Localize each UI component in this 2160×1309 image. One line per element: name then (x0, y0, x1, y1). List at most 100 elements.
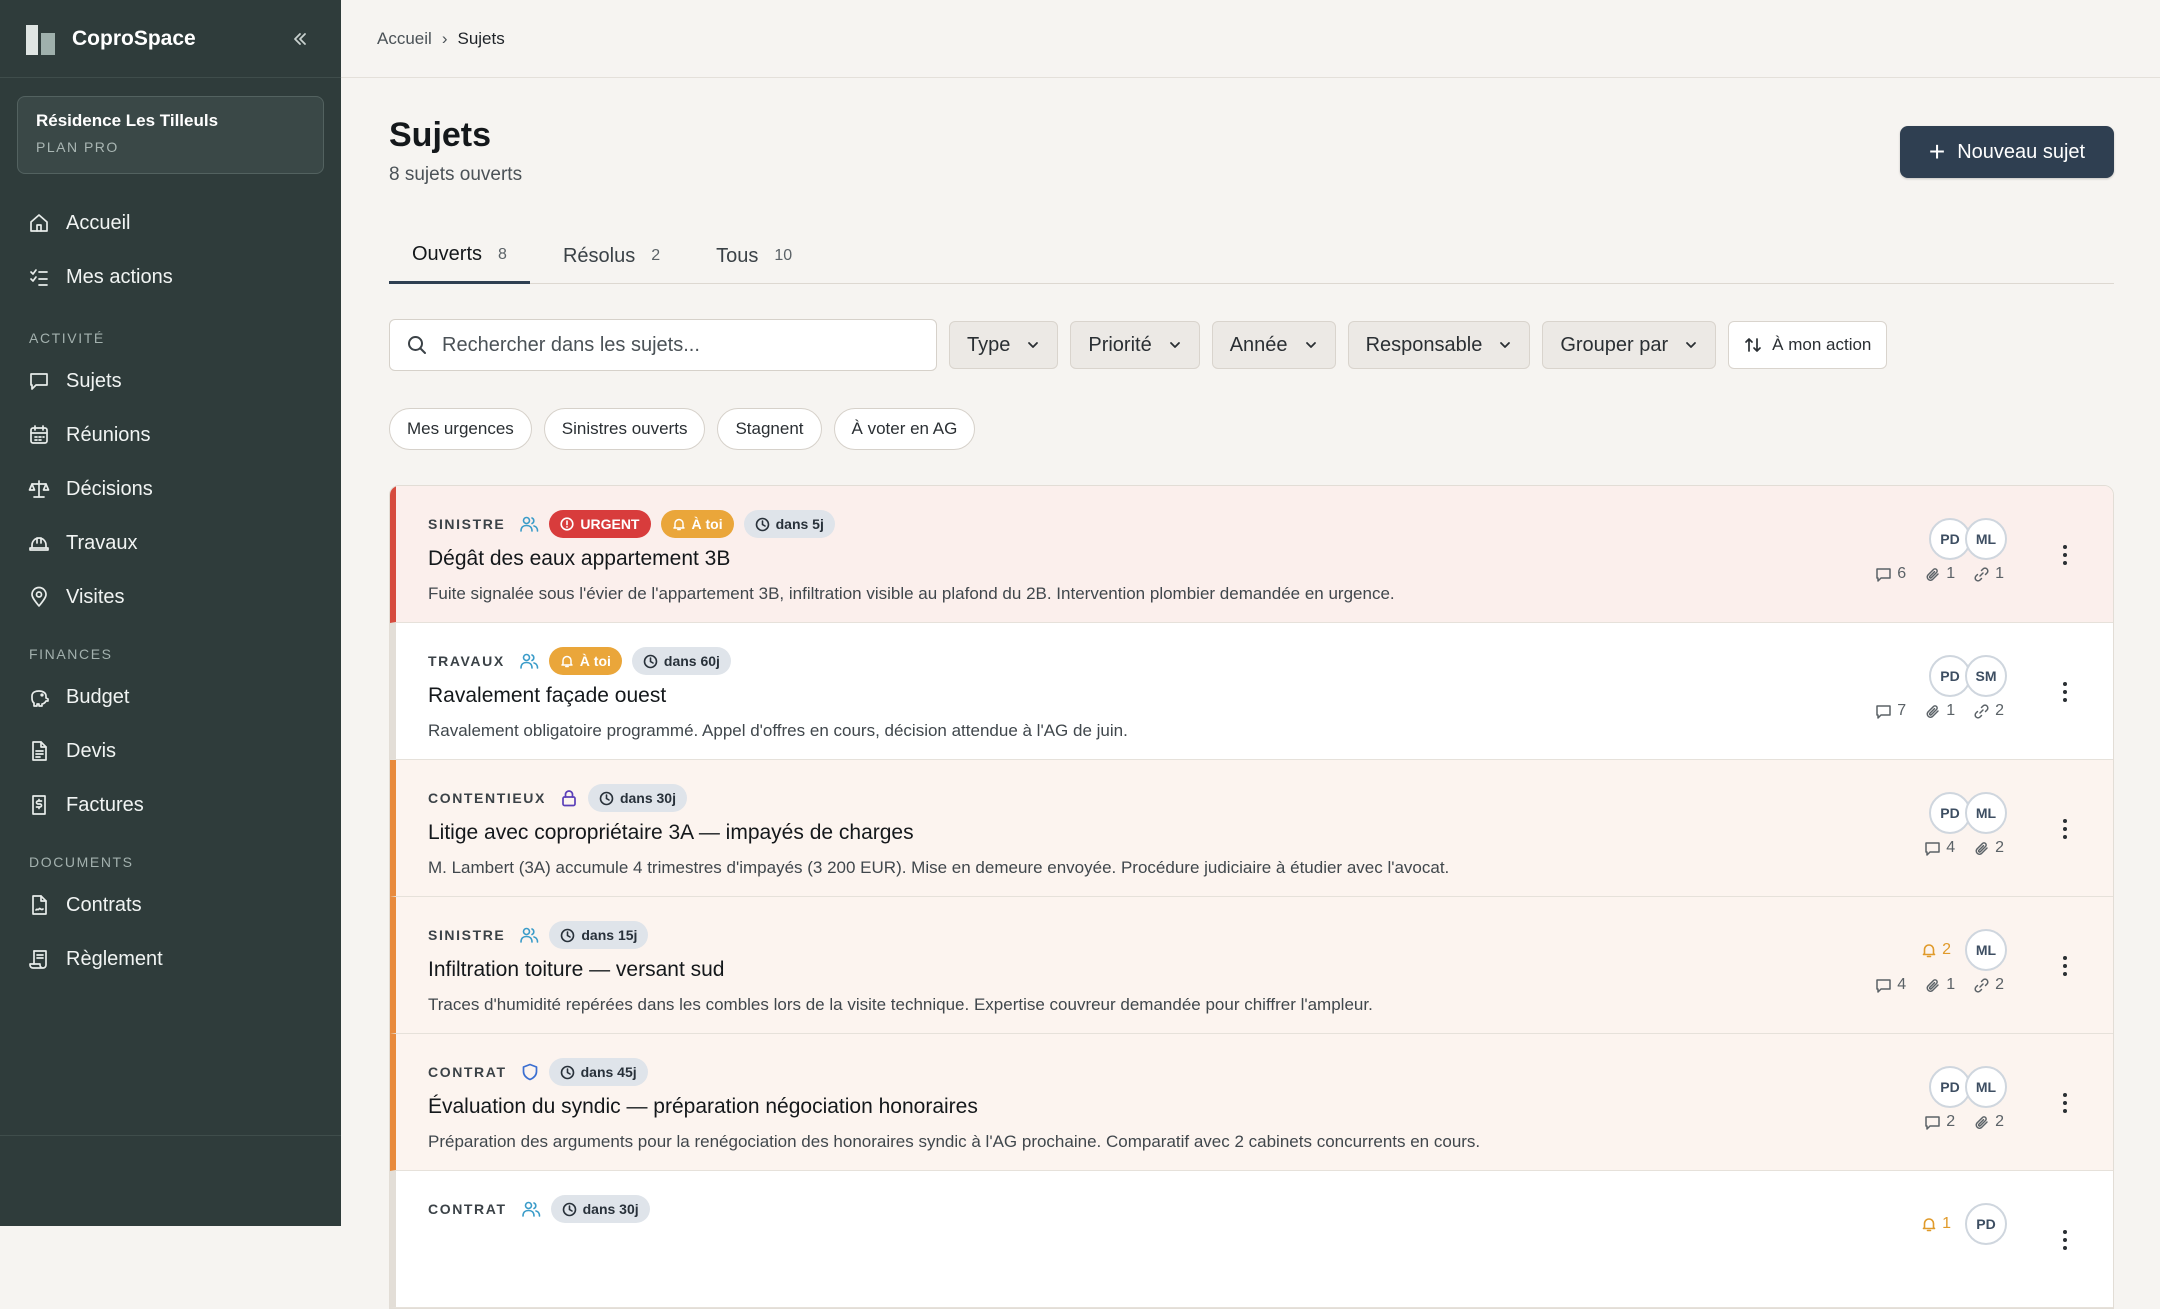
priority-filter-dropdown[interactable]: Priorité (1070, 321, 1200, 369)
attachments-count-value: 2 (1995, 1113, 2004, 1130)
topic-category: TRAVAUX (428, 653, 505, 669)
sidebar-item-decisions[interactable]: Décisions (0, 462, 341, 516)
sidebar-item-accueil[interactable]: Accueil (0, 196, 341, 250)
topic-stats: 6 1 1 (1875, 565, 2004, 583)
avatar[interactable]: ML (1965, 792, 2007, 834)
tab-ouverts[interactable]: Ouverts 8 (389, 228, 530, 284)
more-options-icon[interactable] (2053, 1090, 2077, 1116)
comments-count-value: 6 (1897, 565, 1907, 582)
topbar: Accueil › Sujets (341, 0, 2160, 78)
tab-label: Tous (716, 244, 759, 267)
sidebar-item-visites[interactable]: Visites (0, 570, 341, 624)
group-by-label: Grouper par (1560, 333, 1669, 356)
avatar[interactable]: SM (1965, 655, 2007, 697)
map-pin-icon (31, 586, 47, 607)
sidebar-item-sujets[interactable]: Sujets (0, 354, 341, 408)
plus-icon: + (1928, 136, 1946, 167)
sidebar-item-reglement[interactable]: Règlement (0, 932, 341, 986)
notification-count: 2 (1921, 941, 1951, 959)
chip-sinistres-ouverts[interactable]: Sinistres ouverts (543, 408, 706, 450)
avatar[interactable]: ML (1965, 518, 2007, 560)
attachments-count: 1 (1924, 976, 1955, 994)
topic-row[interactable]: CONTRAT dans 45j Évaluation du syndic — pr… (390, 1034, 2113, 1171)
avatar[interactable]: PD (1965, 1203, 2007, 1245)
topic-stats: 4 1 2 (1875, 976, 2004, 994)
clock-icon (599, 791, 614, 805)
sidebar-item-travaux[interactable]: Travaux (0, 516, 341, 570)
tab-tous[interactable]: Tous 10 (693, 228, 815, 284)
tabs: Ouverts 8 Résolus 2 Tous 10 (389, 228, 2114, 284)
sidebar-item-contrats[interactable]: Contrats (0, 878, 341, 932)
residence-selector[interactable]: Résidence Les Tilleuls PLAN PRO (17, 96, 324, 174)
sidebar-item-factures[interactable]: Factures (0, 778, 341, 832)
sidebar-item-reunions[interactable]: Réunions (0, 408, 341, 462)
more-options-icon[interactable] (2053, 953, 2077, 979)
tab-label: Ouverts (412, 243, 483, 265)
sidebar-item-label: Sujets (66, 369, 122, 392)
topic-row[interactable]: TRAVAUX À toi dans 60j Ravalement façade ou… (390, 623, 2113, 760)
due-date-badge: dans 30j (587, 784, 687, 812)
notification-count: 1 (1921, 1215, 1951, 1233)
sort-arrows-icon (1745, 338, 1762, 352)
new-topic-label: Nouveau sujet (1957, 140, 2086, 163)
sidebar-item-devis[interactable]: Devis (0, 724, 341, 778)
owner-filter-label: Responsable (1365, 333, 1483, 356)
tab-label: Résolus (562, 244, 636, 267)
topic-title[interactable]: Infiltration toiture — versant sud (428, 958, 724, 982)
chip-stagnent[interactable]: Stagnent (717, 408, 822, 450)
more-options-icon[interactable] (2053, 679, 2077, 705)
group-by-dropdown[interactable]: Grouper par (1542, 321, 1717, 369)
attachments-count: 1 (1924, 565, 1955, 583)
breadcrumb-home[interactable]: Accueil (377, 29, 432, 49)
my-action-toggle[interactable]: À mon action (1728, 321, 1888, 369)
collapse-sidebar-button[interactable] (285, 24, 315, 54)
sidebar-item-mes-actions[interactable]: Mes actions (0, 250, 341, 304)
chip-mes-urgences[interactable]: Mes urgences (389, 408, 532, 450)
due-badge-label: dans 15j (581, 927, 638, 943)
topic-title[interactable]: Évaluation du syndic — préparation négoc… (428, 1095, 978, 1119)
attachments-count-value: 1 (1946, 565, 1956, 582)
comment-icon (1876, 704, 1892, 719)
scroll-icon (29, 950, 47, 969)
sidebar-item-label: Mes actions (66, 265, 173, 288)
topic-participants: PD ML (1929, 792, 2007, 834)
topic-title[interactable]: Ravalement façade ouest (428, 684, 666, 708)
sidebar-item-label: Budget (66, 685, 130, 708)
type-filter-dropdown[interactable]: Type (949, 321, 1059, 369)
topic-meta: SINISTRE dans 15j (428, 921, 649, 949)
avatar[interactable]: ML (1965, 929, 2007, 971)
message-square-icon (30, 373, 48, 390)
notification-count-value: 2 (1942, 941, 1951, 958)
topic-meta: CONTRAT dans 45j (428, 1058, 648, 1086)
chevron-down-icon (1028, 342, 1039, 348)
year-filter-dropdown[interactable]: Année (1211, 321, 1336, 369)
search-input[interactable] (442, 333, 920, 357)
topic-row[interactable]: CONTENTIEUX dans 30j Litige avec coproprié… (390, 760, 2113, 897)
more-options-icon[interactable] (2053, 542, 2077, 568)
new-topic-button[interactable]: + Nouveau sujet (1900, 126, 2114, 178)
avatar[interactable]: ML (1965, 1066, 2007, 1108)
comments-count: 2 (1924, 1113, 1955, 1131)
topic-row[interactable]: SINISTRE dans 15j Infiltration toiture — v… (390, 897, 2113, 1034)
lock-icon (562, 790, 576, 807)
owner-filter-dropdown[interactable]: Responsable (1347, 321, 1531, 369)
clock-icon (561, 928, 575, 942)
search-box[interactable] (389, 319, 937, 371)
more-options-icon[interactable] (2053, 816, 2077, 842)
tab-count: 2 (651, 247, 661, 264)
topic-title[interactable]: Dégât des eaux appartement 3B (428, 547, 730, 571)
topic-participants: 1 PD (1921, 1203, 2007, 1245)
topic-row[interactable]: SINISTRE URGENT À toi dans 5j Dégât des eaux… (390, 486, 2113, 623)
chip-a-voter-en-ag[interactable]: À voter en AG (833, 408, 976, 450)
topic-row[interactable]: CONTRAT dans 30j 1 PD (390, 1171, 2113, 1308)
tab-resolus[interactable]: Résolus 2 (540, 228, 683, 284)
more-options-icon[interactable] (2053, 1227, 2077, 1253)
urgent-badge: URGENT (549, 510, 651, 538)
topic-category: CONTRAT (428, 1064, 507, 1080)
links-count-value: 2 (1995, 702, 2004, 719)
topic-stats: 22 (1924, 1113, 2004, 1131)
topic-title[interactable]: Litige avec copropriétaire 3A — impayés … (428, 821, 914, 845)
sidebar-item-budget[interactable]: Budget (0, 670, 341, 724)
topic-participants: PD SM (1929, 655, 2007, 697)
notification-count-value: 1 (1942, 1215, 1951, 1232)
